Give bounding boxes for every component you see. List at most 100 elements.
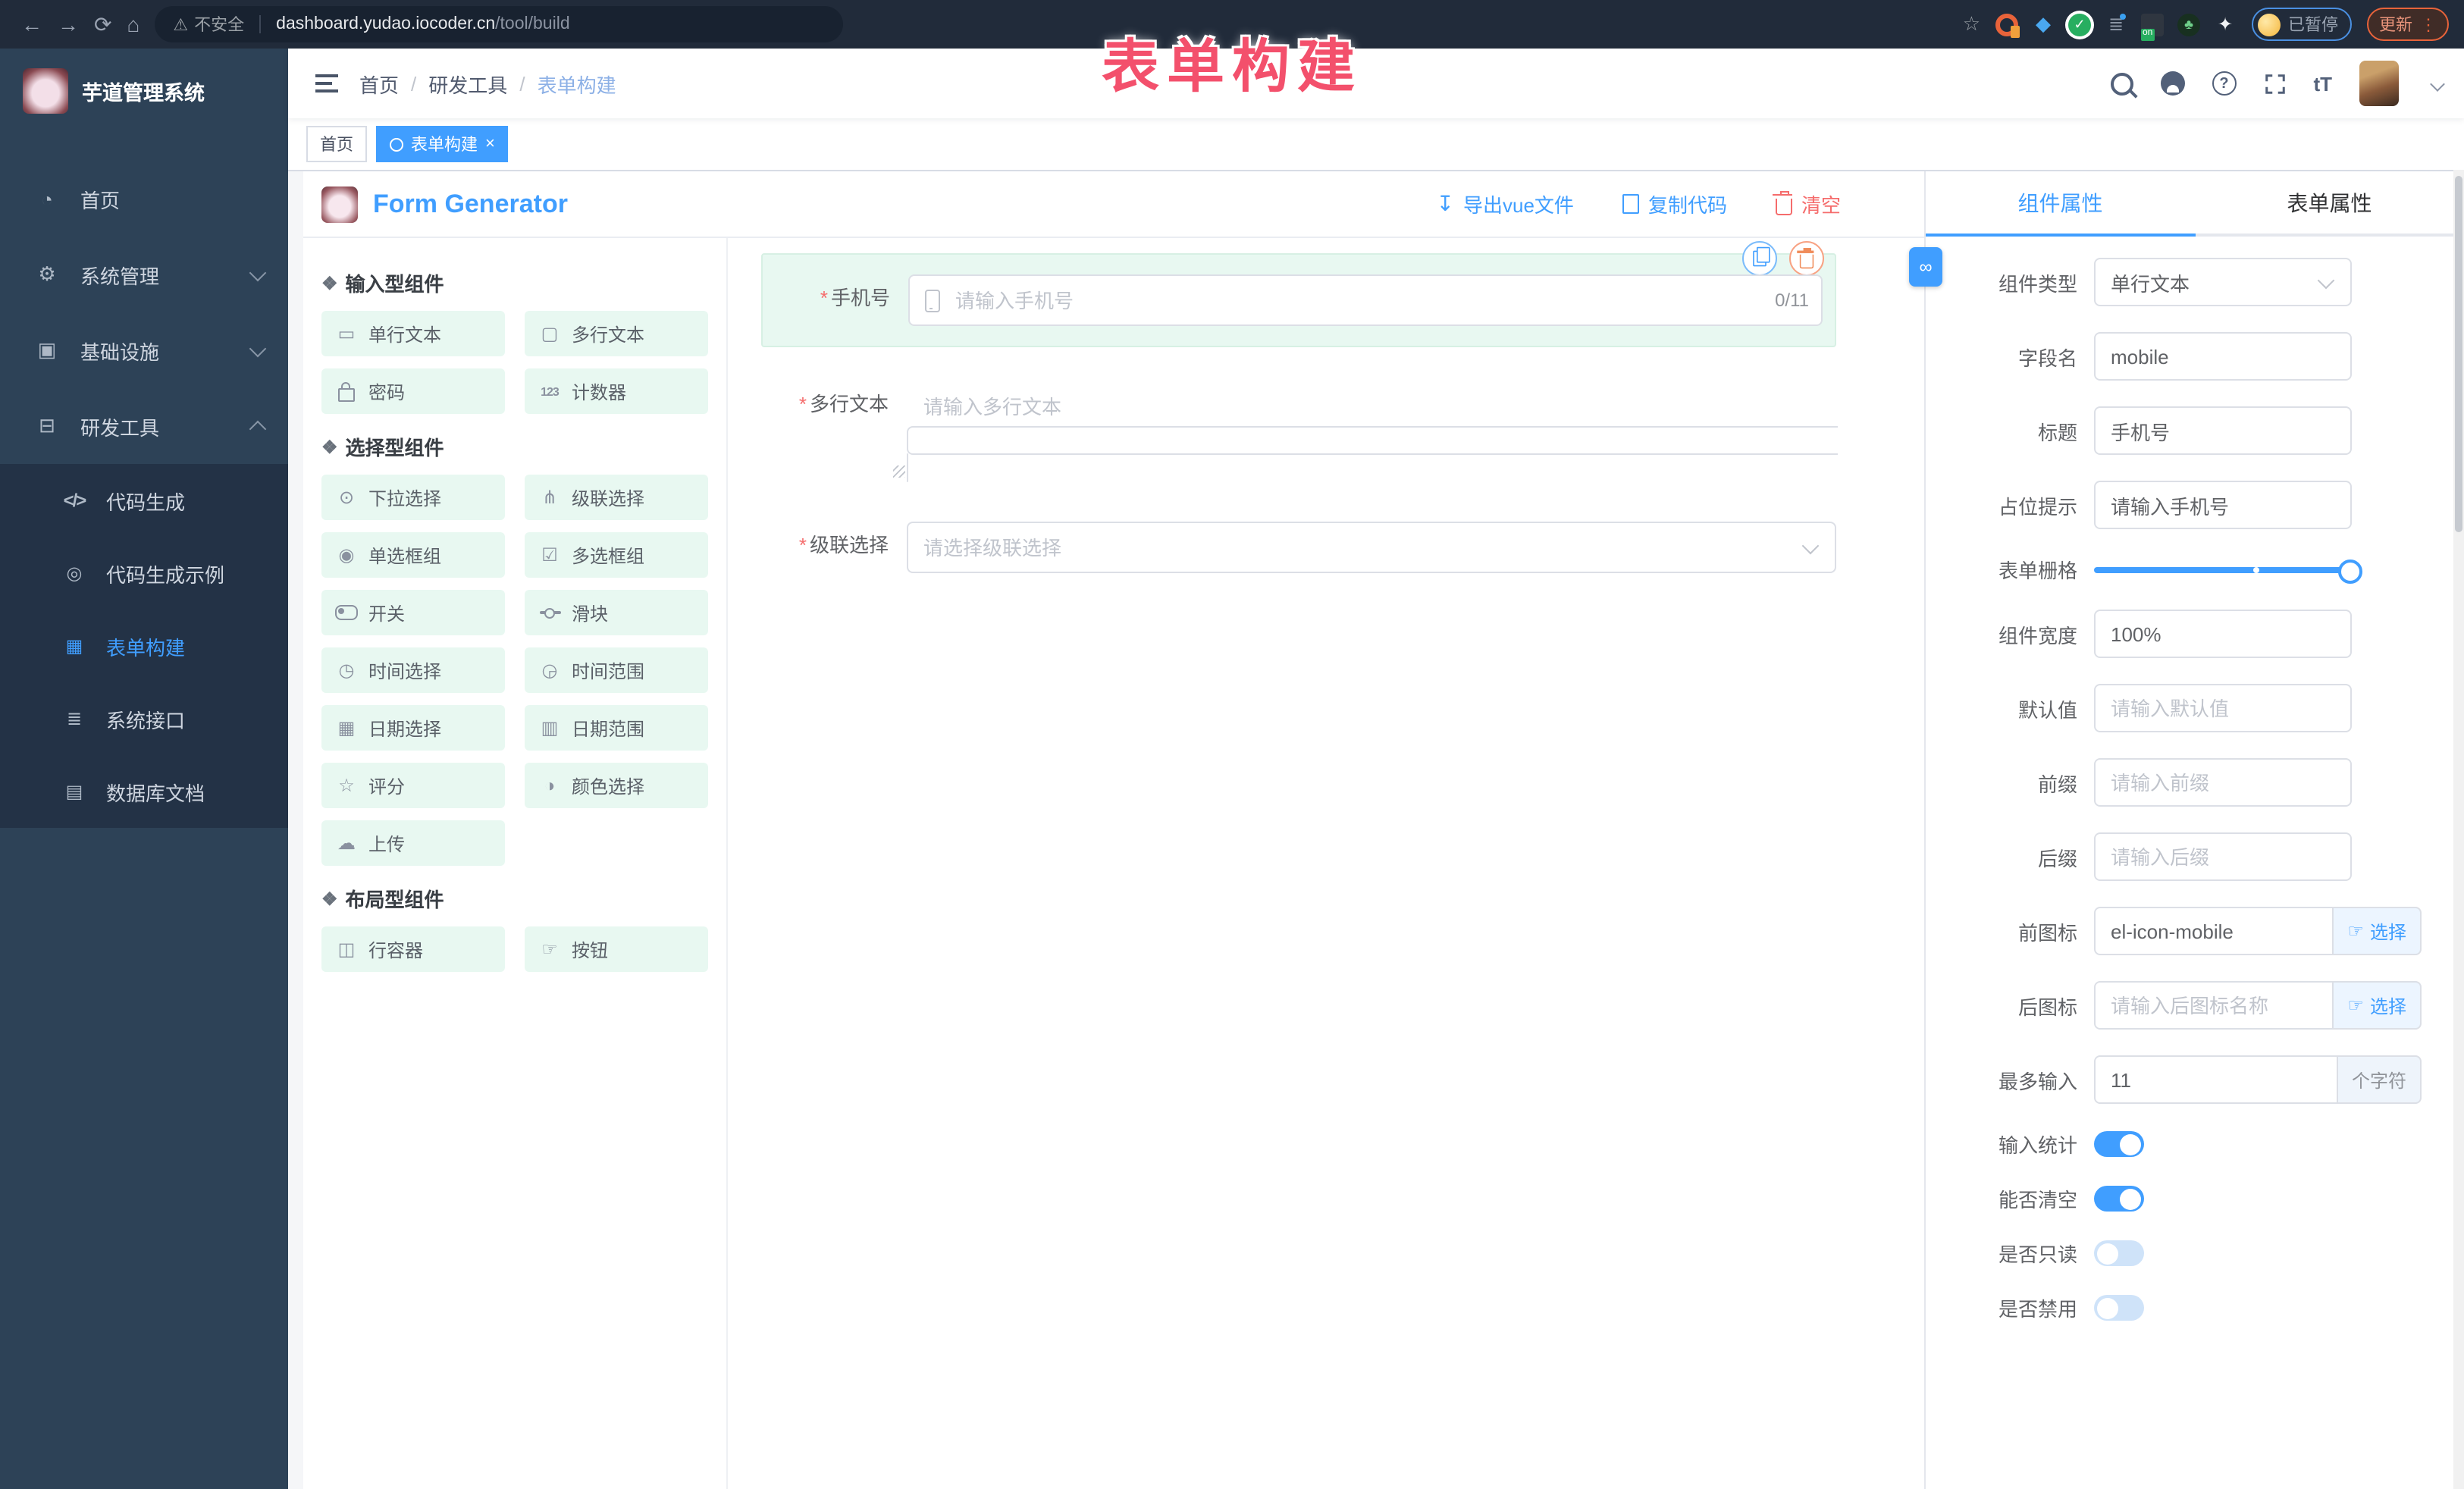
back-icon[interactable]: ← <box>21 14 42 35</box>
textarea-input[interactable] <box>907 426 1838 482</box>
browser-update-button[interactable]: 更新 ⋮ <box>2367 8 2449 41</box>
tab-component-props[interactable]: 组件属性 <box>1926 171 2195 234</box>
duplicate-item-button[interactable] <box>1742 241 1777 276</box>
sidebar-item-home[interactable]: ◔ 首页 <box>0 161 288 237</box>
component-chip-rate[interactable]: ☆评分 <box>321 763 505 808</box>
breadcrumb-home[interactable]: 首页 <box>359 69 399 98</box>
component-chip-cascader[interactable]: ⋔级联选择 <box>525 475 708 520</box>
sidebar-item-infra[interactable]: ▣ 基础设施 <box>0 312 288 388</box>
hamburger-icon[interactable] <box>315 74 338 92</box>
sidebar-item-system[interactable]: ⚙ 系统管理 <box>0 237 288 312</box>
title-input[interactable] <box>2096 419 2350 442</box>
sidebar-item-db-doc[interactable]: ▤ 数据库文档 <box>0 755 288 828</box>
chevron-down-icon[interactable] <box>2430 76 2445 91</box>
bookmark-star-icon[interactable]: ☆ <box>1963 12 1980 36</box>
extension-7-icon[interactable]: ✦ <box>2214 13 2237 36</box>
forward-icon[interactable]: → <box>58 14 79 35</box>
component-chip-password[interactable]: 密码 <box>321 368 505 414</box>
sidebar-item-devtools[interactable]: ⊟ 研发工具 <box>0 388 288 464</box>
extension-5-icon[interactable] <box>2141 13 2164 36</box>
tab-form-props[interactable]: 表单属性 <box>2195 171 2464 234</box>
cascader-field[interactable] <box>908 536 1804 559</box>
search-icon[interactable] <box>2110 72 2133 95</box>
fullscreen-icon[interactable] <box>2263 72 2286 95</box>
component-chip-row-container[interactable]: ◫行容器 <box>321 926 505 972</box>
component-chip-select[interactable]: ⊙下拉选择 <box>321 475 505 520</box>
component-chip-switch[interactable]: 开关 <box>321 590 505 635</box>
export-vue-button[interactable]: ↧ 导出vue文件 <box>1437 190 1574 218</box>
extension-2-icon[interactable]: ◆ <box>2032 13 2055 36</box>
sidebar-item-api[interactable]: ≣ 系统接口 <box>0 682 288 755</box>
reload-icon[interactable]: ⟳ <box>94 14 111 35</box>
close-icon[interactable]: × <box>485 135 495 153</box>
sidebar-item-codegen[interactable]: </> 代码生成 <box>0 464 288 537</box>
component-type-select[interactable]: 单行文本 <box>2094 258 2352 306</box>
kebab-menu-icon[interactable]: ⋮ <box>2420 14 2437 34</box>
profile-paused-badge[interactable]: 已暂停 <box>2252 8 2352 41</box>
component-chip-single-text[interactable]: ▭单行文本 <box>321 311 505 356</box>
clear-button[interactable]: 清空 <box>1776 190 1841 218</box>
form-grid-slider[interactable] <box>2094 566 2352 572</box>
slider-handle[interactable] <box>2338 559 2362 583</box>
sidebar-item-form-builder[interactable]: ▦ 表单构建 <box>0 610 288 682</box>
scrollbar-thumb[interactable] <box>2455 176 2462 532</box>
address-bar[interactable]: ⚠ 不安全 dashboard.yudao.iocoder.cn/tool/bu… <box>155 6 843 42</box>
component-chip-slider[interactable]: 滑块 <box>525 590 708 635</box>
field-name-input[interactable] <box>2096 345 2350 368</box>
component-chip-button[interactable]: ☞按钮 <box>525 926 708 972</box>
app-logo-row[interactable]: 芋道管理系统 <box>0 49 288 133</box>
extension-4-icon[interactable]: ≣ <box>2105 13 2127 36</box>
maxlength-input[interactable] <box>2096 1068 2337 1091</box>
component-chip-date-range[interactable]: ▥日期范围 <box>525 705 708 751</box>
component-chip-counter[interactable]: 123计数器 <box>525 368 708 414</box>
panel-link-handle[interactable]: ∞ <box>1909 247 1942 287</box>
component-chip-radio-group[interactable]: ◉单选框组 <box>321 532 505 578</box>
copy-code-button[interactable]: 复制代码 <box>1622 190 1727 218</box>
component-chip-time-range[interactable]: ◶时间范围 <box>525 647 708 693</box>
sidebar-item-codegen-demo[interactable]: ◎ 代码生成示例 <box>0 537 288 610</box>
component-chip-color-picker[interactable]: ◑颜色选择 <box>525 763 708 808</box>
disabled-toggle[interactable] <box>2094 1295 2144 1321</box>
delete-item-button[interactable] <box>1789 241 1824 276</box>
choose-prefix-icon-button[interactable]: ☞选择 <box>2334 907 2422 955</box>
extension-6-icon[interactable]: ♣ <box>2177 13 2200 36</box>
cascader-select[interactable] <box>907 522 1836 573</box>
canvas-item-textarea[interactable]: *多行文本 <box>761 381 1836 482</box>
canvas-item-cascader[interactable]: *级联选择 <box>761 522 1836 573</box>
tag-form-builder[interactable]: 表单构建 × <box>376 126 509 162</box>
component-chip-upload[interactable]: ☁上传 <box>321 820 505 866</box>
input-stats-toggle[interactable] <box>2094 1131 2144 1157</box>
github-icon[interactable] <box>2160 71 2184 96</box>
clearable-toggle[interactable] <box>2094 1186 2144 1212</box>
suffix-icon-input[interactable] <box>2096 994 2332 1017</box>
readonly-toggle[interactable] <box>2094 1240 2144 1266</box>
canvas-item-mobile[interactable]: *手机号 0/11 <box>761 253 1836 347</box>
component-chip-checkbox-group[interactable]: ☑多选框组 <box>525 532 708 578</box>
textarea-field[interactable] <box>908 381 1838 447</box>
breadcrumb-devtools[interactable]: 研发工具 <box>428 69 507 98</box>
component-chip-date-picker[interactable]: ▦日期选择 <box>321 705 505 751</box>
suffix-input[interactable] <box>2096 845 2350 868</box>
extension-1-icon[interactable] <box>1995 13 2018 36</box>
choose-suffix-icon-button[interactable]: ☞选择 <box>2334 981 2422 1030</box>
mobile-input[interactable]: 0/11 <box>908 274 1823 326</box>
mobile-input-field[interactable] <box>940 289 1821 312</box>
security-warning[interactable]: ⚠ 不安全 <box>173 12 244 36</box>
home-icon[interactable]: ⌂ <box>127 14 140 35</box>
placeholder-input[interactable] <box>2096 494 2350 516</box>
user-avatar[interactable] <box>2359 61 2399 106</box>
width-input[interactable] <box>2096 622 2350 645</box>
resize-handle[interactable] <box>893 466 905 478</box>
prefix-input[interactable] <box>2096 771 2350 794</box>
help-icon[interactable] <box>2212 71 2236 96</box>
page-scrollbar[interactable] <box>2453 170 2464 1489</box>
prefix-icon-input[interactable] <box>2096 920 2332 942</box>
font-size-icon[interactable]: tT <box>2313 72 2332 95</box>
component-chip-time-picker[interactable]: ◷时间选择 <box>321 647 505 693</box>
default-value-input[interactable] <box>2096 697 2350 719</box>
sliders-icon: ≣ <box>61 708 88 729</box>
form-canvas[interactable]: *手机号 0/11 *多行文本 <box>728 238 1924 1489</box>
extension-3-icon[interactable]: ✓ <box>2068 13 2091 36</box>
tag-home[interactable]: 首页 <box>306 126 367 162</box>
component-chip-textarea[interactable]: ▢多行文本 <box>525 311 708 356</box>
